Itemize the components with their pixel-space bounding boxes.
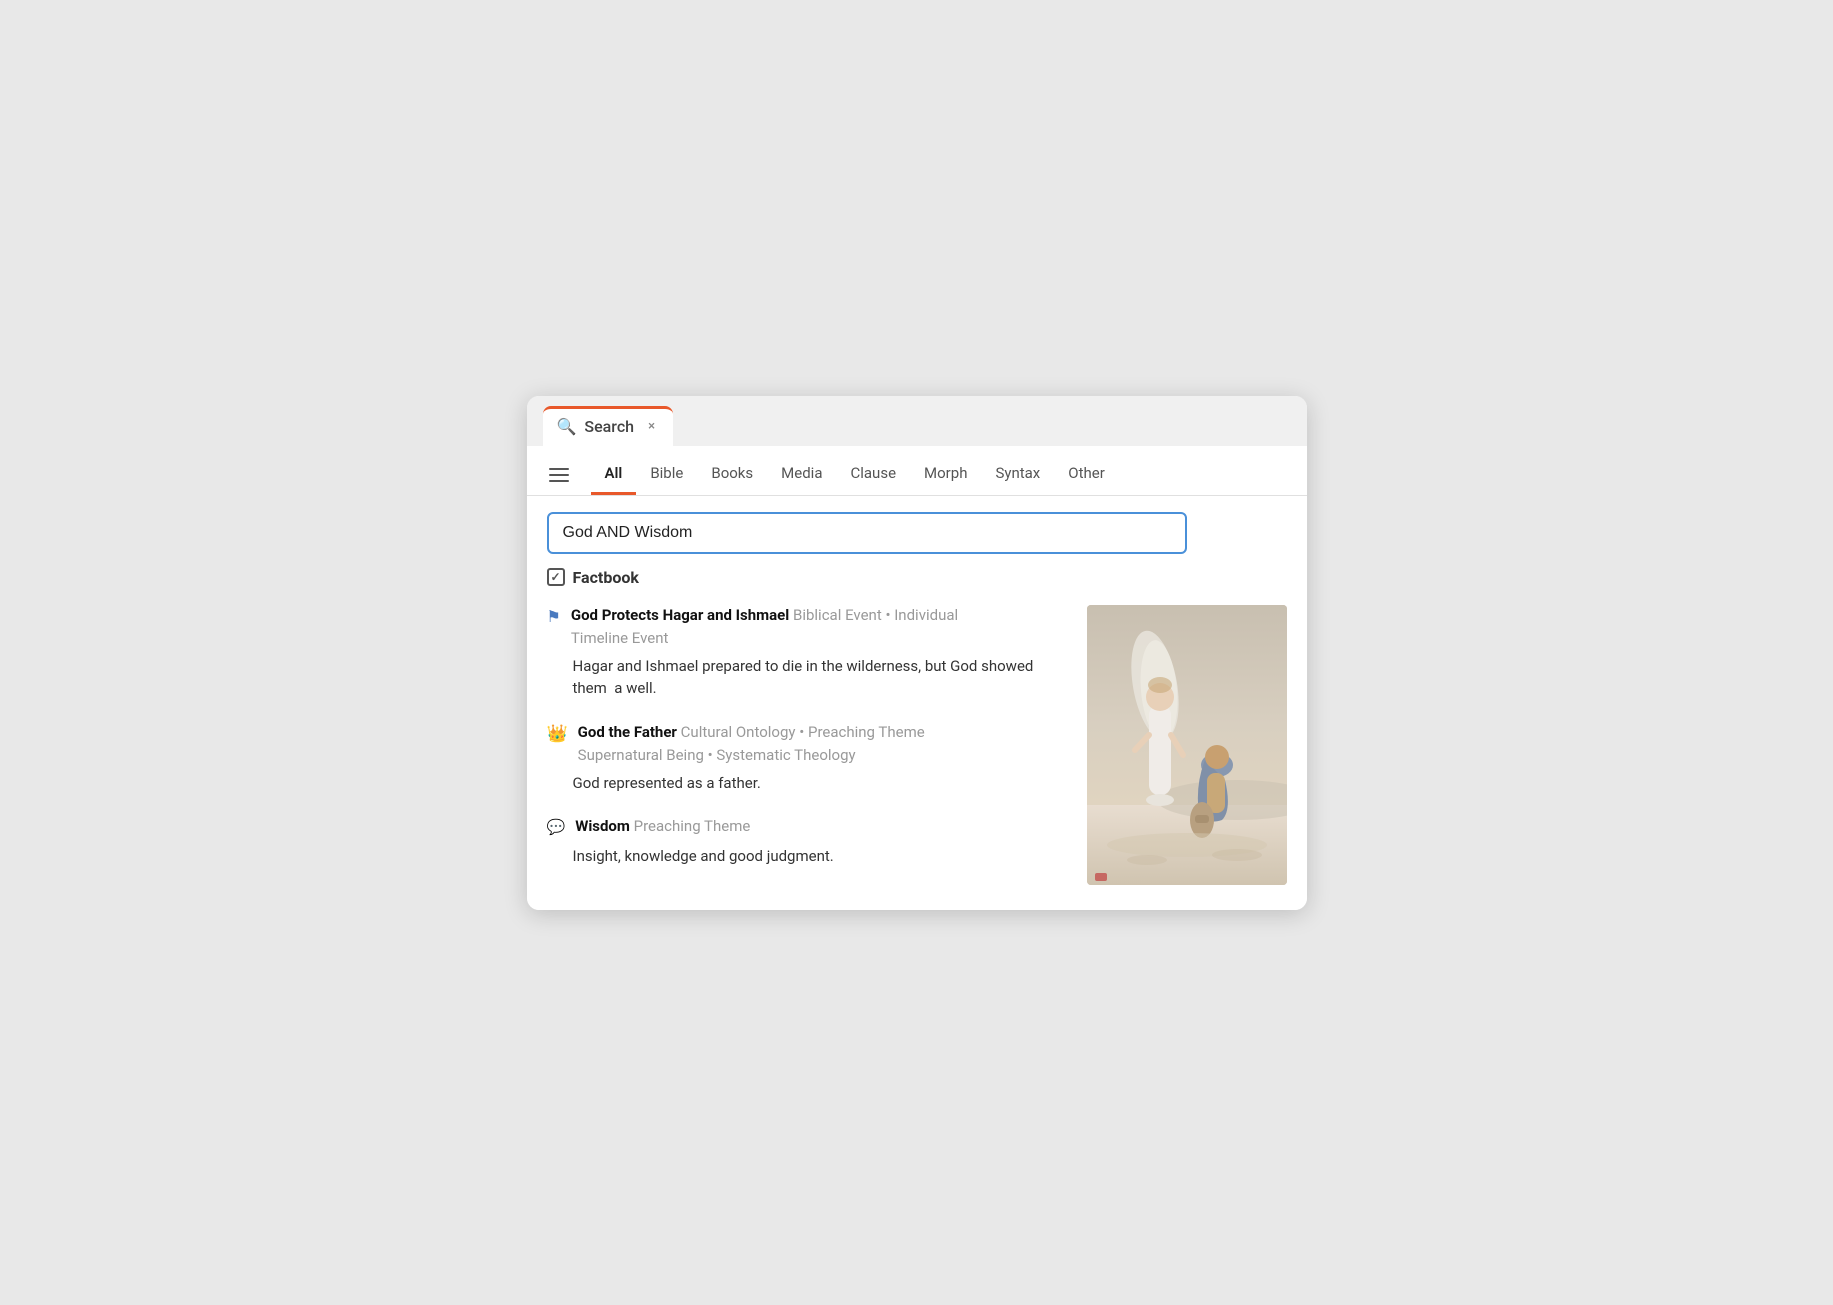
result-2-title-meta: Cultural Ontology • Preaching Theme (681, 723, 925, 741)
nav-tab-clause[interactable]: Clause (836, 456, 910, 495)
result-item-2[interactable]: 👑 God the Father Cultural Ontology • Pre… (547, 722, 1067, 795)
search-tab[interactable]: 🔍 Search × (543, 406, 673, 446)
nav-tab-all[interactable]: All (591, 456, 637, 495)
search-input-wrapper (547, 512, 1287, 554)
result-item-1[interactable]: ⚑ God Protects Hagar and Ishmael Biblica… (547, 605, 1067, 700)
nav-tab-other[interactable]: Other (1054, 456, 1119, 495)
hamburger-line-1 (549, 468, 569, 470)
painting-svg (1087, 605, 1287, 885)
main-window: 🔍 Search × All Bible Books Media Clause … (527, 396, 1307, 910)
nav-tab-syntax[interactable]: Syntax (981, 456, 1054, 495)
search-tab-icon: 🔍 (557, 417, 577, 436)
result-2-title-bold: God the Father (578, 723, 677, 741)
result-1-title-line: God Protects Hagar and Ishmael Biblical … (571, 605, 1067, 626)
hamburger-line-3 (549, 480, 569, 482)
nav-tab-morph[interactable]: Morph (910, 456, 981, 495)
result-2-title-block: God the Father Cultural Ontology • Preac… (578, 722, 1067, 766)
result-2-title-line: God the Father Cultural Ontology • Preac… (578, 722, 1067, 743)
result-2-description: God represented as a father. (547, 772, 1067, 795)
result-1-header: ⚑ God Protects Hagar and Ishmael Biblica… (547, 605, 1067, 649)
tab-bar: 🔍 Search × (527, 396, 1307, 446)
results-layout: ⚑ God Protects Hagar and Ishmael Biblica… (547, 605, 1287, 890)
result-1-title-meta: Biblical Event • Individual (793, 606, 958, 624)
crown-icon: 👑 (547, 724, 568, 744)
nav-tab-media[interactable]: Media (767, 456, 836, 495)
result-2-header: 👑 God the Father Cultural Ontology • Pre… (547, 722, 1067, 766)
flag-icon: ⚑ (547, 607, 561, 626)
speech-bubble-icon: 💬 (547, 818, 566, 836)
nav-tab-books[interactable]: Books (697, 456, 767, 495)
factbook-row: Factbook (547, 568, 1287, 587)
factbook-checkbox[interactable] (547, 568, 565, 586)
result-3-header: 💬 Wisdom Preaching Theme (547, 816, 1067, 839)
results-list: ⚑ God Protects Hagar and Ishmael Biblica… (547, 605, 1067, 890)
factbook-label: Factbook (573, 568, 639, 587)
result-2-subtitle: Supernatural Being • Systematic Theology (578, 745, 1067, 766)
result-3-title-bold: Wisdom (575, 817, 630, 835)
result-3-title-block: Wisdom Preaching Theme (575, 816, 1066, 839)
nav-tab-bible[interactable]: Bible (636, 456, 697, 495)
result-3-title-meta: Preaching Theme (634, 817, 751, 835)
result-3-title-line: Wisdom Preaching Theme (575, 816, 1066, 837)
result-1-subtitle: Timeline Event (571, 628, 1067, 649)
search-tab-label: Search (584, 417, 634, 436)
result-item-3[interactable]: 💬 Wisdom Preaching Theme Insight, knowle… (547, 816, 1067, 868)
result-image (1087, 605, 1287, 885)
result-1-title-block: God Protects Hagar and Ishmael Biblical … (571, 605, 1067, 649)
content-area: Factbook ⚑ God Protects Hagar and Ishmae… (527, 496, 1307, 910)
result-3-description: Insight, knowledge and good judgment. (547, 845, 1067, 868)
result-1-description: Hagar and Ishmael prepared to die in the… (547, 655, 1067, 700)
result-1-title-bold: God Protects Hagar and Ishmael (571, 606, 789, 624)
close-tab-button[interactable]: × (648, 419, 655, 434)
nav-tabs: All Bible Books Media Clause Morph Synta… (591, 456, 1119, 495)
hamburger-line-2 (549, 474, 569, 476)
nav-bar: All Bible Books Media Clause Morph Synta… (527, 446, 1307, 496)
search-input[interactable] (547, 512, 1187, 554)
hamburger-menu-button[interactable] (543, 464, 575, 486)
